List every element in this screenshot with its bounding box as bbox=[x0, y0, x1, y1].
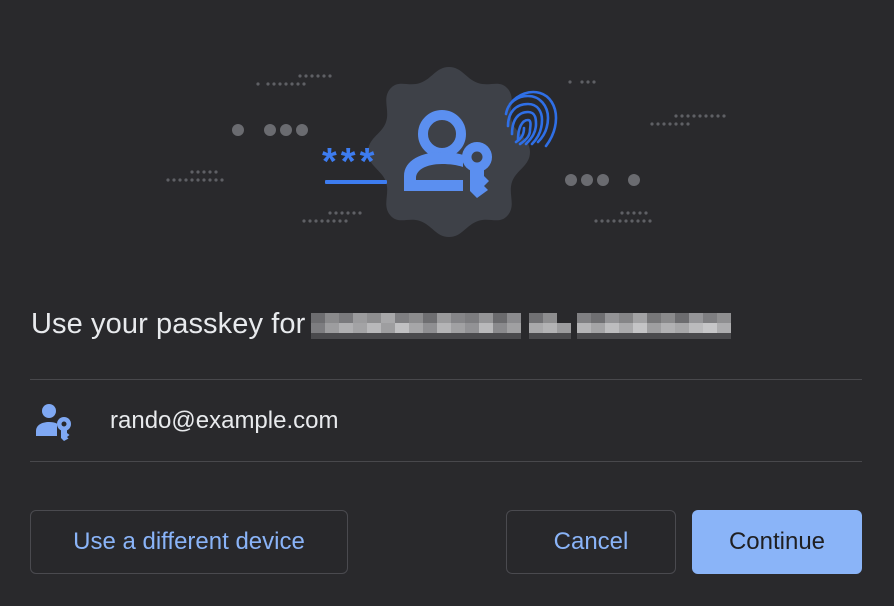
dialog-title-row: Use your passkey for bbox=[31, 302, 732, 346]
continue-button[interactable]: Continue bbox=[692, 510, 862, 574]
account-row[interactable]: rando@example.com bbox=[30, 381, 862, 461]
password-stars-icon: *** bbox=[322, 141, 387, 184]
use-different-device-button[interactable]: Use a different device bbox=[30, 510, 348, 574]
passkey-illustration: *** bbox=[166, 67, 726, 237]
redacted-site-name bbox=[311, 313, 732, 339]
svg-text:***: *** bbox=[322, 141, 378, 183]
divider-top bbox=[30, 379, 862, 380]
divider-bottom bbox=[30, 461, 862, 462]
person-key-icon bbox=[36, 404, 71, 441]
passkey-dialog: *** Use your passkey for rando@example.c… bbox=[0, 0, 894, 606]
account-email: rando@example.com bbox=[110, 407, 339, 434]
cancel-button[interactable]: Cancel bbox=[506, 510, 676, 574]
dialog-title: Use your passkey for bbox=[31, 307, 306, 340]
